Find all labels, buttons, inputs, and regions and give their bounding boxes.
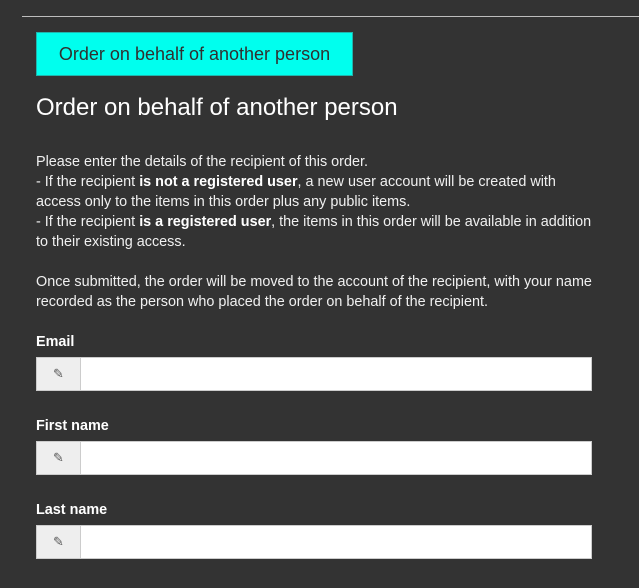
page-title: Order on behalf of another person bbox=[36, 94, 398, 121]
instructions-submission-note: Once submitted, the order will be moved … bbox=[36, 274, 592, 310]
last-name-label: Last name bbox=[36, 502, 108, 518]
instructions-line: Please enter the details of the recipien… bbox=[36, 154, 368, 170]
email-label: Email bbox=[36, 334, 75, 350]
pencil-icon: ✎ bbox=[36, 357, 80, 391]
email-field-group: ✎ bbox=[36, 357, 592, 391]
order-on-behalf-toggle-button[interactable]: Order on behalf of another person bbox=[36, 32, 353, 76]
pencil-icon: ✎ bbox=[36, 441, 80, 475]
first-name-field[interactable] bbox=[80, 441, 592, 475]
first-name-label: First name bbox=[36, 418, 109, 434]
instructions-unregistered: - If the recipient is not a registered u… bbox=[36, 174, 556, 210]
first-name-field-group: ✎ bbox=[36, 441, 592, 475]
pencil-icon: ✎ bbox=[36, 525, 80, 559]
email-field[interactable] bbox=[80, 357, 592, 391]
instructions: Please enter the details of the recipien… bbox=[36, 152, 596, 312]
instructions-registered: - If the recipient is a registered user,… bbox=[36, 214, 592, 250]
last-name-field-group: ✎ bbox=[36, 525, 592, 559]
last-name-field[interactable] bbox=[80, 525, 592, 559]
top-divider bbox=[22, 16, 639, 17]
